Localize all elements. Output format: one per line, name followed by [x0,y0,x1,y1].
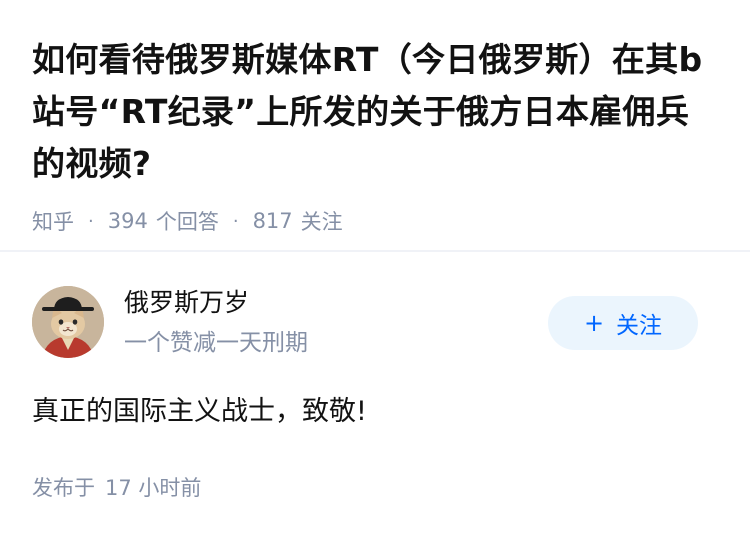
follow-button-label: 关注 [616,313,663,339]
meta-separator: · [232,210,239,232]
follower-count[interactable]: 817 [253,209,293,233]
question-meta: 知乎 · 394 个回答 · 817 关注 [32,206,722,236]
question-title[interactable]: 如何看待俄罗斯媒体RT（今日俄罗斯）在其b站号“RT纪录”上所发的关于俄方日本雇… [32,34,722,190]
author-bio: 一个赞减一天刑期 [124,330,308,356]
posted-label: 发布于 [32,476,95,500]
follower-count-label[interactable]: 关注 [301,206,343,236]
cat-in-hat-avatar-icon [32,286,104,358]
answer-count[interactable]: 394 [108,209,148,233]
section-divider [0,250,750,252]
author-card: 俄罗斯万岁 一个赞减一天刑期 + 关注 [32,284,718,358]
meta-separator: · [88,210,94,232]
post-time: 发布于 17 小时前 [32,473,201,503]
question-header: 如何看待俄罗斯媒体RT（今日俄罗斯）在其b站号“RT纪录”上所发的关于俄方日本雇… [32,34,722,236]
posted-time: 17 小时前 [105,476,202,500]
follow-button[interactable]: + 关注 [548,296,698,350]
avatar[interactable] [32,286,104,358]
plus-icon: + [583,309,605,337]
author-name[interactable]: 俄罗斯万岁 [124,286,249,320]
answer-content[interactable]: 真正的国际主义战士，致敬! [32,392,367,432]
source-label[interactable]: 知乎 [32,206,74,236]
answer-count-label[interactable]: 个回答 [156,206,219,236]
